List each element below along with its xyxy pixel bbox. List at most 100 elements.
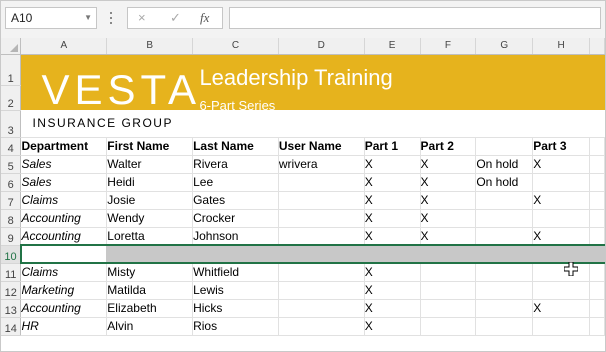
header-cell[interactable]: User Name xyxy=(278,137,365,156)
cell[interactable] xyxy=(278,244,365,264)
cell[interactable] xyxy=(589,137,605,156)
header-cell[interactable]: Part 3 xyxy=(532,137,591,156)
department-cell[interactable] xyxy=(20,244,108,264)
cell[interactable]: Johnson xyxy=(192,227,279,246)
cell[interactable] xyxy=(475,209,534,228)
cell[interactable]: X xyxy=(364,317,421,336)
department-cell[interactable]: Accounting xyxy=(20,209,108,228)
drag-handle-icon[interactable] xyxy=(104,9,118,27)
department-cell[interactable]: Sales xyxy=(20,173,108,192)
cell[interactable] xyxy=(106,244,194,264)
cell[interactable]: X xyxy=(420,227,477,246)
cell[interactable] xyxy=(420,281,477,300)
cell[interactable] xyxy=(532,209,591,228)
column-header-b[interactable]: B xyxy=(106,38,194,55)
column-header-e[interactable]: E xyxy=(364,38,421,55)
cell[interactable] xyxy=(278,191,365,210)
cell[interactable]: Hicks xyxy=(192,299,279,318)
cell[interactable]: Crocker xyxy=(192,209,279,228)
row-header[interactable]: 9 xyxy=(1,227,22,246)
cell[interactable] xyxy=(589,263,605,282)
cell[interactable]: X xyxy=(420,155,477,174)
select-all-button[interactable] xyxy=(1,38,22,55)
cell[interactable]: On hold xyxy=(475,173,534,192)
row-header[interactable]: 11 xyxy=(1,263,22,282)
cell[interactable] xyxy=(475,281,534,300)
cell[interactable] xyxy=(589,155,605,174)
cell[interactable]: X xyxy=(420,191,477,210)
cell[interactable]: X xyxy=(364,209,421,228)
cell[interactable] xyxy=(532,281,591,300)
cell[interactable] xyxy=(532,173,591,192)
cell[interactable] xyxy=(589,244,605,264)
header-cell[interactable]: Part 2 xyxy=(420,137,477,156)
cell[interactable] xyxy=(420,317,477,336)
cell[interactable]: Lewis xyxy=(192,281,279,300)
cell[interactable]: Josie xyxy=(106,191,194,210)
cell[interactable] xyxy=(589,191,605,210)
header-cell[interactable]: Department xyxy=(20,137,108,156)
cell[interactable] xyxy=(475,317,534,336)
department-cell[interactable]: Claims xyxy=(20,263,108,282)
cell[interactable] xyxy=(364,244,421,264)
group-name[interactable]: INSURANCE GROUP xyxy=(20,110,605,138)
row-header[interactable]: 4 xyxy=(1,137,22,156)
cell[interactable] xyxy=(475,263,534,282)
cell[interactable] xyxy=(192,244,279,264)
cell[interactable]: X xyxy=(364,227,421,246)
department-cell[interactable]: Accounting xyxy=(20,227,108,246)
cell[interactable] xyxy=(475,299,534,318)
cell[interactable] xyxy=(589,317,605,336)
cell[interactable] xyxy=(589,281,605,300)
cell[interactable]: Loretta xyxy=(106,227,194,246)
cell[interactable]: X xyxy=(364,155,421,174)
column-header-a[interactable]: A xyxy=(20,38,108,55)
cell[interactable]: wrivera xyxy=(278,155,365,174)
cell[interactable]: Whitfield xyxy=(192,263,279,282)
row-header[interactable]: 3 xyxy=(1,110,22,138)
formula-input[interactable] xyxy=(229,7,601,29)
cell[interactable]: X xyxy=(364,263,421,282)
row-header[interactable]: 14 xyxy=(1,317,22,336)
cell[interactable]: Heidi xyxy=(106,173,194,192)
cell[interactable]: Rivera xyxy=(192,155,279,174)
cell[interactable]: On hold xyxy=(475,155,534,174)
cell[interactable] xyxy=(532,244,591,264)
cell[interactable]: Matilda xyxy=(106,281,194,300)
cell[interactable] xyxy=(475,191,534,210)
column-header-c[interactable]: C xyxy=(192,38,279,55)
cell[interactable] xyxy=(475,244,534,264)
cell[interactable]: Elizabeth xyxy=(106,299,194,318)
cell[interactable] xyxy=(420,263,477,282)
cell[interactable]: X xyxy=(364,281,421,300)
enter-icon[interactable]: ✓ xyxy=(170,10,181,26)
cell[interactable]: Misty xyxy=(106,263,194,282)
cell[interactable]: Walter xyxy=(106,155,194,174)
cell[interactable]: X xyxy=(420,173,477,192)
cell[interactable] xyxy=(589,173,605,192)
cell[interactable] xyxy=(589,299,605,318)
department-cell[interactable]: Accounting xyxy=(20,299,108,318)
cell[interactable]: X xyxy=(364,299,421,318)
cell[interactable] xyxy=(420,244,477,264)
cell[interactable]: Gates xyxy=(192,191,279,210)
cell[interactable] xyxy=(278,299,365,318)
row-header[interactable]: 8 xyxy=(1,209,22,228)
header-cell[interactable]: First Name xyxy=(106,137,194,156)
cell[interactable]: X xyxy=(364,173,421,192)
department-cell[interactable]: Sales xyxy=(20,155,108,174)
department-cell[interactable]: Marketing xyxy=(20,281,108,300)
column-header-h[interactable]: H xyxy=(532,38,591,55)
cell[interactable] xyxy=(278,209,365,228)
row-header[interactable]: 12 xyxy=(1,281,22,300)
cell[interactable]: Rios xyxy=(192,317,279,336)
header-cell[interactable]: Last Name xyxy=(192,137,279,156)
cell[interactable] xyxy=(278,173,365,192)
cell[interactable] xyxy=(278,227,365,246)
cell[interactable] xyxy=(589,209,605,228)
cell[interactable] xyxy=(589,227,605,246)
cell[interactable] xyxy=(420,299,477,318)
row-header[interactable]: 1 xyxy=(1,54,22,86)
row-header[interactable]: 7 xyxy=(1,191,22,210)
insert-function-icon[interactable]: fx xyxy=(200,10,209,26)
